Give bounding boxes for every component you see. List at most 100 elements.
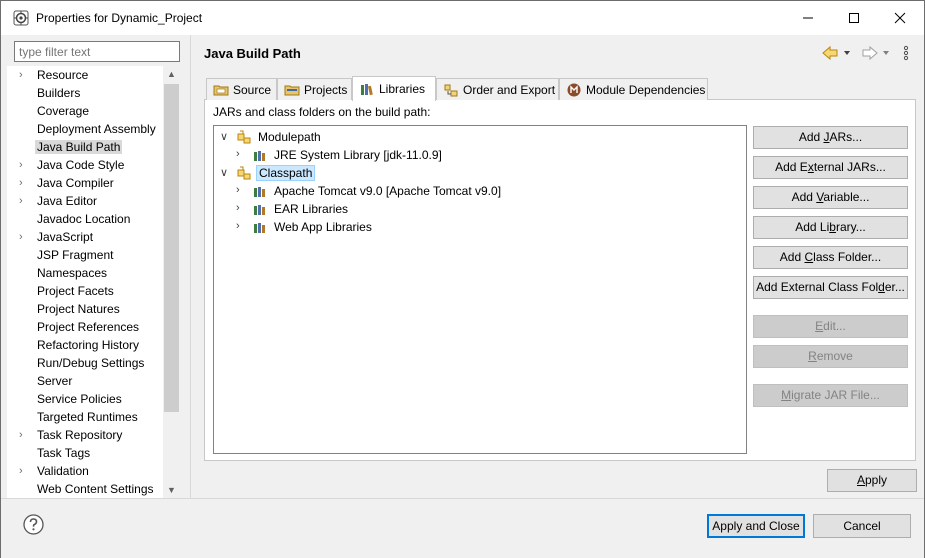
nav-item-refactoring-history[interactable]: Refactoring History	[7, 336, 165, 354]
back-menu-chevron-icon[interactable]	[844, 51, 850, 55]
chevron-right-icon[interactable]: ›	[19, 159, 29, 171]
add-external-class-folder-button[interactable]: Add External Class Folder...	[753, 276, 908, 299]
nav-item-coverage[interactable]: Coverage	[7, 102, 165, 120]
nav-item-jsp-fragment[interactable]: JSP Fragment	[7, 246, 165, 264]
forward-arrow-icon[interactable]	[862, 45, 878, 61]
libraries-icon	[361, 84, 373, 96]
tree-node-ear-libraries[interactable]: › EAR Libraries	[236, 200, 436, 218]
tab-source[interactable]: Source	[206, 78, 277, 100]
nav-item-java-code-style[interactable]: › Java Code Style	[7, 156, 165, 174]
nav-item-builders[interactable]: Builders	[7, 84, 165, 102]
view-menu-icon[interactable]	[903, 45, 909, 61]
chevron-down-icon[interactable]: ∨	[220, 130, 232, 143]
chevron-right-icon[interactable]: ›	[19, 195, 29, 207]
source-folder-icon	[213, 85, 229, 95]
chevron-right-icon[interactable]: ›	[19, 177, 29, 189]
tab-projects[interactable]: Projects	[277, 78, 352, 100]
library-icon	[254, 151, 265, 161]
add-jars-button[interactable]: Add JARs...	[753, 126, 908, 149]
nav-item-java-compiler[interactable]: › Java Compiler	[7, 174, 165, 192]
nav-item-label: Deployment Assembly	[37, 122, 156, 136]
add-external-jars-button[interactable]: Add External JARs...	[753, 156, 908, 179]
chevron-right-icon[interactable]: ›	[236, 220, 248, 232]
nav-item-java-build-path[interactable]: Java Build Path	[7, 138, 165, 156]
chevron-right-icon[interactable]: ›	[236, 148, 248, 160]
nav-item-label: Builders	[37, 86, 81, 100]
add-library-button[interactable]: Add Library...	[753, 216, 908, 239]
add-variable-button[interactable]: Add Variable...	[753, 186, 908, 209]
chevron-right-icon[interactable]: ›	[19, 465, 29, 477]
nav-item-server[interactable]: Server	[7, 372, 165, 390]
nav-item-java-editor[interactable]: › Java Editor	[7, 192, 165, 210]
nav-item-label: Service Policies	[37, 392, 122, 406]
chevron-right-icon[interactable]: ›	[236, 184, 248, 196]
nav-item-javadoc-location[interactable]: Javadoc Location	[7, 210, 165, 228]
container-icon	[237, 130, 251, 144]
tree-node-jre-system-library[interactable]: › JRE System Library [jdk-11.0.9]	[236, 146, 516, 164]
apply-button[interactable]: Apply	[827, 469, 917, 492]
nav-item-deployment-assembly[interactable]: Deployment Assembly	[7, 120, 165, 138]
back-arrow-icon[interactable]	[822, 45, 838, 61]
chevron-right-icon[interactable]: ›	[19, 231, 29, 243]
nav-item-javascript[interactable]: › JavaScript	[7, 228, 165, 246]
nav-item-label: Web Content Settings	[37, 482, 154, 496]
nav-item-namespaces[interactable]: Namespaces	[7, 264, 165, 282]
tab-module-dependencies[interactable]: Module Dependencies	[559, 78, 708, 100]
tab-label: Source	[233, 82, 272, 97]
forward-menu-chevron-icon[interactable]	[883, 51, 889, 55]
maximize-button[interactable]	[831, 1, 877, 35]
filter-input[interactable]	[14, 41, 180, 62]
pane-divider[interactable]	[190, 35, 191, 499]
nav-item-task-repository[interactable]: › Task Repository	[7, 426, 165, 444]
nav-item-run-debug-settings[interactable]: Run/Debug Settings	[7, 354, 165, 372]
nav-item-targeted-runtimes[interactable]: Targeted Runtimes	[7, 408, 165, 426]
build-path-tree[interactable]: ∨ Modulepath › JRE System Library [jdk-1…	[213, 125, 747, 454]
scrollbar-thumb[interactable]	[164, 84, 179, 412]
chevron-down-icon[interactable]: ∨	[220, 166, 232, 179]
scroll-down-icon[interactable]: ▼	[166, 485, 177, 495]
chevron-right-icon[interactable]: ›	[19, 429, 29, 441]
library-icon	[254, 187, 265, 197]
projects-icon	[284, 85, 300, 95]
help-icon[interactable]	[23, 514, 44, 535]
nav-item-label: Task Repository	[37, 428, 123, 442]
nav-item-label: Project Facets	[37, 284, 114, 298]
nav-item-validation[interactable]: › Validation	[7, 462, 165, 480]
edit-button[interactable]: Edit...	[753, 315, 908, 338]
add-class-folder-button[interactable]: Add Class Folder...	[753, 246, 908, 269]
remove-button[interactable]: Remove	[753, 345, 908, 368]
migrate-jar-file-button[interactable]: Migrate JAR File...	[753, 384, 908, 407]
nav-item-label: Java Compiler	[37, 176, 114, 190]
minimize-button[interactable]	[785, 1, 831, 35]
tab-order-and-export[interactable]: Order and Export	[436, 78, 559, 100]
nav-scrollbar[interactable]: ▲ ▼	[163, 66, 180, 498]
chevron-right-icon[interactable]: ›	[236, 202, 248, 214]
tree-node-apache-tomcat[interactable]: › Apache Tomcat v9.0 [Apache Tomcat v9.0…	[236, 182, 576, 200]
nav-item-label: Java Code Style	[37, 158, 125, 172]
tree-node-web-app-libraries[interactable]: › Web App Libraries	[236, 218, 436, 236]
tab-label: Projects	[304, 82, 348, 97]
nav-item-project-natures[interactable]: Project Natures	[7, 300, 165, 318]
nav-item-label: Namespaces	[37, 266, 108, 280]
page-title: Java Build Path	[204, 46, 301, 61]
nav-item-task-tags[interactable]: Task Tags	[7, 444, 165, 462]
cancel-button[interactable]: Cancel	[813, 514, 911, 538]
tree-node-classpath[interactable]: ∨ Classpath	[220, 164, 420, 182]
close-button[interactable]	[877, 1, 923, 35]
tab-libraries[interactable]: Libraries	[352, 76, 436, 101]
tab-label: Module Dependencies	[586, 82, 706, 97]
nav-item-service-policies[interactable]: Service Policies	[7, 390, 165, 408]
nav-item-project-references[interactable]: Project References	[7, 318, 165, 336]
nav-item-project-facets[interactable]: Project Facets	[7, 282, 165, 300]
nav-item-label: Targeted Runtimes	[37, 410, 138, 424]
nav-item-resource[interactable]: › Resource	[7, 66, 165, 84]
apply-and-close-button[interactable]: Apply and Close	[707, 514, 805, 538]
maximize-icon	[849, 13, 859, 23]
nav-item-web-content-settings[interactable]: Web Content Settings	[7, 480, 165, 498]
tree-node-modulepath[interactable]: ∨ Modulepath	[220, 128, 420, 146]
scroll-up-icon[interactable]: ▲	[166, 69, 177, 79]
tree-node-label: JRE System Library [jdk-11.0.9]	[274, 148, 442, 162]
history-navigation	[822, 45, 909, 61]
chevron-right-icon[interactable]: ›	[19, 69, 29, 81]
module-icon	[567, 83, 581, 96]
